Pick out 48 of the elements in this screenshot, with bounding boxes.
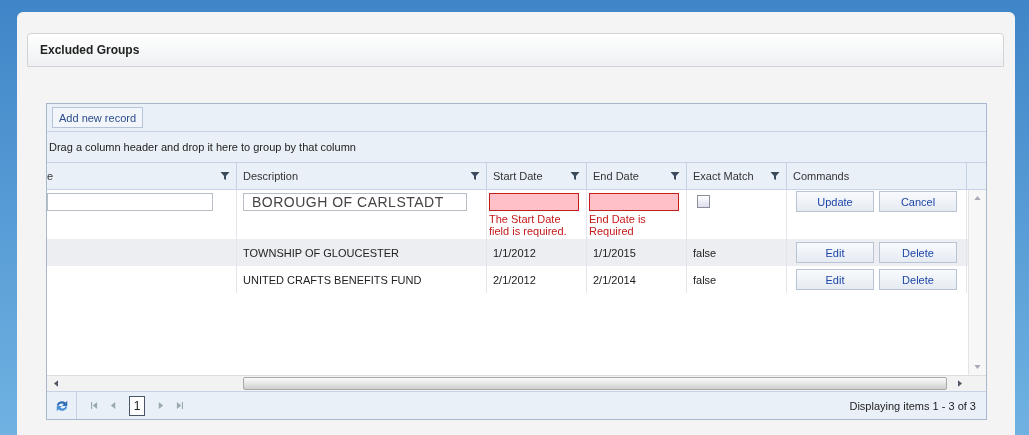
error-message: The Start Date field is required. [489,213,568,237]
panel-title: Excluded Groups [40,43,140,57]
last-page-icon[interactable] [176,402,183,409]
filter-icon[interactable] [220,171,230,181]
filter-icon[interactable] [770,171,780,181]
table-cell: 2/1/2014 [593,273,636,286]
table-cell: 1/1/2015 [593,246,636,259]
table-cell: false [693,273,717,286]
table-cell: false [693,246,717,259]
filter-icon[interactable] [670,171,680,181]
table-cell: UNITED CRAFTS BENEFITS FUND [243,273,422,286]
scroll-up-icon[interactable] [974,196,981,200]
previous-page-icon[interactable] [110,402,117,409]
checkbox[interactable] [697,195,710,208]
group-hint: Drag a column header and drop it here to group by that column [49,141,356,153]
scroll-right-icon[interactable] [958,380,962,387]
command-button[interactable]: Edit [796,269,874,290]
filter-icon[interactable] [570,171,580,181]
pager-info: Displaying items 1 - 3 of 3 [849,399,976,412]
end-date-field[interactable] [589,193,679,211]
column-header[interactable]: Exact Match [687,163,787,189]
add-record-button[interactable]: Add new record [52,107,144,128]
table-cell: 1/1/2012 [493,246,536,259]
command-button[interactable]: Delete [879,269,957,290]
column-header[interactable]: e [47,163,237,189]
scroll-down-icon[interactable] [974,365,981,369]
command-button[interactable]: Cancel [879,191,957,212]
next-page-icon[interactable] [157,402,164,409]
filter-icon[interactable] [470,171,480,181]
command-button[interactable]: Delete [879,242,957,263]
vertical-scrollbar[interactable] [968,190,986,375]
page-number[interactable]: 1 [129,395,145,416]
description-field[interactable]: BOROUGH OF CARLSTADT [243,193,467,211]
error-message: End Date is Required [589,213,647,237]
table-cell: TOWNSHIP OF GLOUCESTER [243,246,400,259]
horizontal-scrollbar[interactable] [47,375,986,392]
column-header[interactable]: Commands [787,163,967,189]
command-button[interactable]: Edit [796,242,874,263]
refresh-icon[interactable] [54,398,69,413]
command-button[interactable]: Update [796,191,874,212]
column-header[interactable]: Start Date [487,163,587,189]
first-page-icon[interactable] [91,402,98,409]
column-header[interactable]: Description [237,163,487,189]
scroll-left-icon[interactable] [54,380,58,387]
column-header[interactable]: End Date [587,163,687,189]
start-date-field[interactable] [489,193,579,211]
text-field[interactable] [47,193,213,211]
table-cell: 2/1/2012 [493,273,536,286]
